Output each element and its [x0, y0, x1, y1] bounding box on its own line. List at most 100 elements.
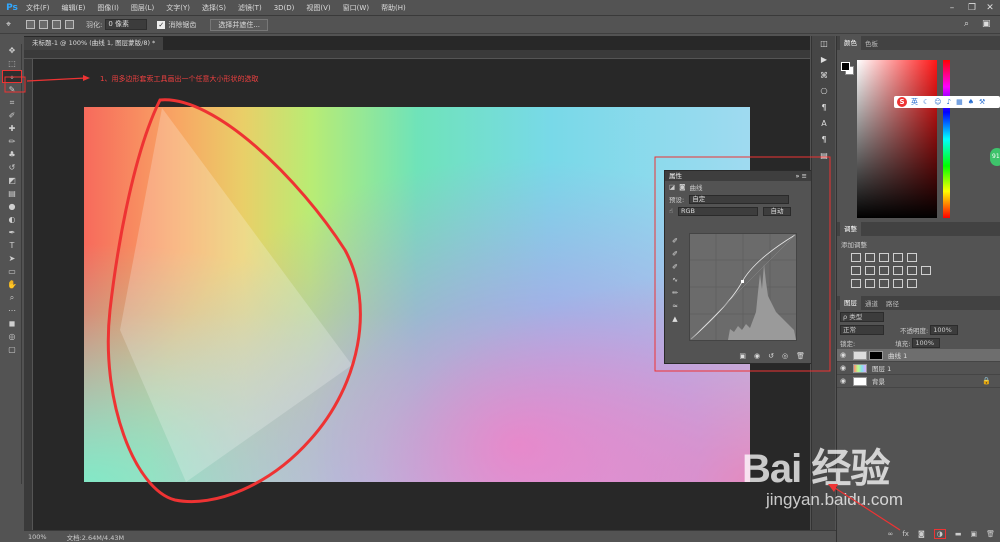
channel-mixer-icon[interactable] — [907, 266, 917, 275]
add-mask-icon[interactable]: ◙ — [918, 530, 925, 538]
curves-icon[interactable] — [879, 253, 889, 262]
ime-moon-icon[interactable]: ☾ — [923, 98, 929, 106]
eye-icon[interactable]: ◉ — [837, 364, 849, 372]
clipping-warning-icon[interactable]: ▲ — [669, 315, 681, 328]
levels-icon[interactable] — [865, 253, 875, 262]
posterize-icon[interactable] — [865, 279, 875, 288]
feather-input[interactable]: 0 像素 — [105, 19, 148, 30]
menu-window[interactable]: 窗口(W) — [343, 3, 369, 13]
menu-edit[interactable]: 编辑(E) — [62, 3, 86, 13]
add-selection-icon[interactable] — [39, 20, 48, 29]
search-icon[interactable]: ⌕ — [964, 19, 969, 29]
hand-adjust-icon[interactable]: ☝ — [669, 207, 673, 215]
lasso-tool-icon[interactable]: ⌖ — [2, 70, 22, 83]
opacity-input[interactable]: 100% — [930, 324, 959, 335]
quick-select-icon[interactable]: ✎ — [2, 83, 22, 96]
color-lookup-icon[interactable] — [921, 266, 931, 275]
ime-mode[interactable]: 英 — [911, 97, 918, 107]
brightness-icon[interactable] — [851, 253, 861, 262]
link-layers-icon[interactable]: ∞ — [888, 530, 894, 538]
more-tools-icon[interactable]: ⋯ — [2, 304, 22, 317]
quick-mask-icon[interactable]: ◎ — [2, 330, 22, 343]
restore-icon[interactable]: ❐ — [966, 2, 978, 14]
zoom-tool-icon[interactable]: ⌕ — [2, 291, 22, 304]
ime-toolbar[interactable]: S 英 ☾ ☺ ♪ ▦ ♠ ⚒ — [894, 96, 1000, 108]
tab-layers[interactable]: 图层 — [840, 296, 861, 310]
crop-tool-icon[interactable]: ⌗ — [2, 96, 22, 109]
stamp-tool-icon[interactable]: ♣ — [2, 148, 22, 161]
clip-to-layer-icon[interactable]: ▣ — [739, 352, 746, 360]
smooth-curve-icon[interactable]: ≈ — [669, 302, 681, 315]
menu-view[interactable]: 视图(V) — [306, 3, 330, 13]
properties-header[interactable]: 属性 » ≡ — [665, 171, 811, 181]
layer-row[interactable]: ◉ 背景 🔒 — [837, 375, 1000, 388]
tab-color[interactable]: 颜色 — [840, 36, 861, 50]
visibility-icon[interactable]: ◎ — [782, 352, 788, 360]
ime-keyboard-icon[interactable]: ▦ — [956, 98, 963, 106]
healing-brush-icon[interactable]: ✚ — [2, 122, 22, 135]
mask-thumb[interactable] — [869, 350, 883, 360]
move-tool-icon[interactable]: ✥ — [2, 44, 22, 57]
intersect-selection-icon[interactable] — [65, 20, 74, 29]
reset-icon[interactable]: ↺ — [768, 352, 774, 360]
green-badge[interactable]: 91 — [990, 148, 1000, 166]
eyedropper-icon[interactable]: ✐ — [2, 109, 22, 122]
menu-select[interactable]: 选择(S) — [202, 3, 226, 13]
layer-row[interactable]: ◉ 图层 1 — [837, 362, 1000, 375]
clone-source-icon[interactable]: ⎔ — [812, 84, 836, 100]
polygonal-lasso-icon[interactable]: ⌖ — [6, 20, 26, 30]
tab-channels[interactable]: 通道 — [861, 298, 882, 308]
color-balance-icon[interactable] — [865, 266, 875, 275]
delete-icon[interactable]: 🗑 — [796, 352, 805, 360]
invert-icon[interactable] — [851, 279, 861, 288]
actions-panel-icon[interactable]: ▶ — [812, 52, 836, 68]
black-point-eyedropper-icon[interactable]: ✐ — [669, 237, 681, 250]
black-white-icon[interactable] — [879, 266, 889, 275]
hue-slider[interactable] — [943, 60, 950, 218]
menu-3d[interactable]: 3D(D) — [274, 4, 295, 12]
pen-tool-icon[interactable]: ✒ — [2, 226, 22, 239]
subtract-selection-icon[interactable] — [52, 20, 61, 29]
auto-button[interactable]: 自动 — [762, 206, 791, 216]
preset-select[interactable]: 自定 — [689, 194, 790, 204]
hand-tool-icon[interactable]: ✋ — [2, 278, 22, 291]
close-icon[interactable]: ✕ — [984, 2, 996, 14]
mask-icon[interactable]: ◙ — [679, 183, 685, 191]
brush-tool-icon[interactable]: ✏ — [2, 135, 22, 148]
curve-pencil-icon[interactable]: ✏ — [669, 289, 681, 302]
gradient-map-icon[interactable] — [893, 279, 903, 288]
blur-tool-icon[interactable]: ● — [2, 200, 22, 213]
layer-filter-select[interactable]: ρ 类型 — [840, 311, 884, 322]
screen-mode-icon[interactable]: ▢ — [2, 343, 22, 356]
color-picker-field[interactable] — [857, 60, 937, 218]
selective-color-icon[interactable] — [907, 279, 917, 288]
eraser-tool-icon[interactable]: ◩ — [2, 174, 22, 187]
curve-point-icon[interactable]: ∿ — [669, 276, 681, 289]
blend-mode-select[interactable]: 正常 — [840, 324, 884, 335]
menu-file[interactable]: 文件(F) — [26, 3, 50, 13]
document-tab[interactable]: 未标题-1 @ 100% (曲线 1, 图层蒙版/8) * — [24, 37, 164, 50]
properties-panel-icon[interactable]: ▤ — [812, 148, 836, 164]
select-and-mask-button[interactable]: 选择并遮住... — [210, 18, 269, 31]
type-tool-icon[interactable]: T — [2, 239, 22, 252]
gray-point-eyedropper-icon[interactable]: ✐ — [669, 250, 681, 263]
vibrance-icon[interactable] — [907, 253, 917, 262]
view-previous-icon[interactable]: ◉ — [754, 352, 760, 360]
menu-filter[interactable]: 滤镜(T) — [238, 3, 262, 13]
channel-select[interactable]: RGB — [677, 206, 758, 216]
menu-help[interactable]: 帮助(H) — [381, 3, 406, 13]
white-point-eyedropper-icon[interactable]: ✐ — [669, 263, 681, 276]
fx-icon[interactable]: fx — [902, 530, 909, 538]
menu-layer[interactable]: 图层(L) — [131, 3, 154, 13]
new-layer-icon[interactable]: ▣ — [970, 530, 977, 538]
menu-type[interactable]: 文字(Y) — [166, 3, 190, 13]
path-select-icon[interactable]: ➤ — [2, 252, 22, 265]
gradient-tool-icon[interactable]: ▤ — [2, 187, 22, 200]
eye-icon[interactable]: ◉ — [837, 351, 849, 359]
new-adjustment-icon[interactable]: ◑ — [933, 529, 946, 539]
fill-input[interactable]: 100% — [912, 337, 941, 348]
threshold-icon[interactable] — [879, 279, 889, 288]
dodge-tool-icon[interactable]: ◐ — [2, 213, 22, 226]
antialias-checkbox[interactable]: ✓ — [157, 20, 166, 29]
marquee-tool-icon[interactable]: ⬚ — [2, 57, 22, 70]
